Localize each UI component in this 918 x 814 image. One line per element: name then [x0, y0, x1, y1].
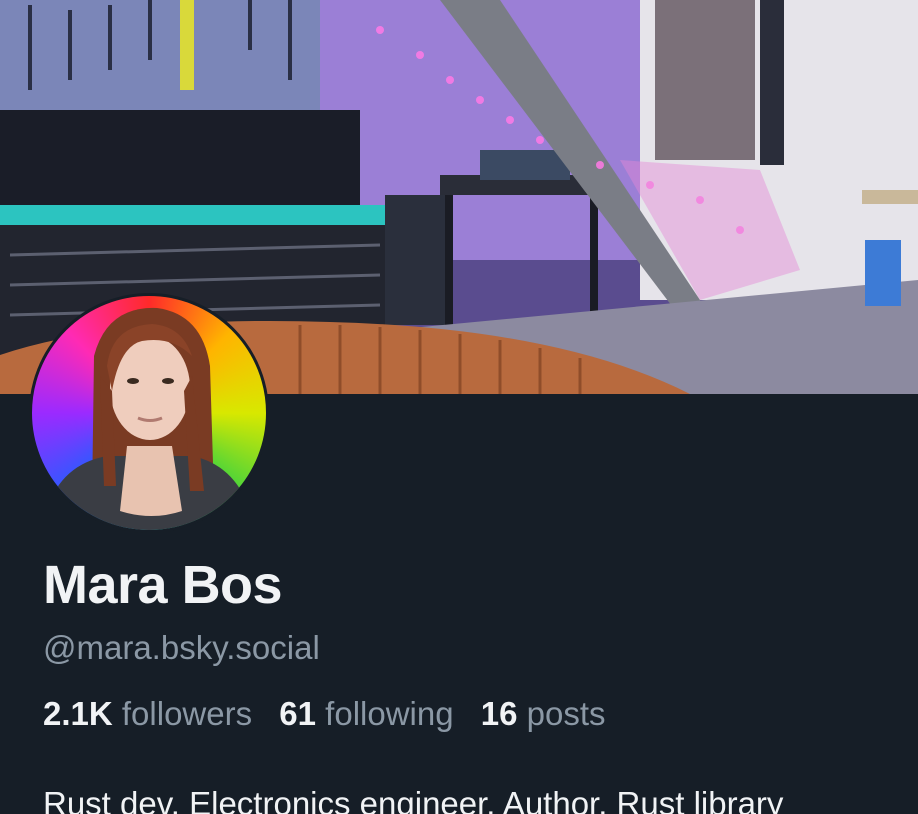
following-count: 61 [279, 695, 316, 732]
user-handle: @mara.bsky.social [43, 629, 320, 666]
followers-label: followers [121, 695, 253, 732]
following-stat[interactable]: 61 following [279, 692, 453, 736]
avatar[interactable] [29, 293, 269, 533]
posts-count: 16 [480, 695, 518, 732]
posts-label: posts [526, 695, 606, 732]
profile-header: Mara Bos @mara.bsky.social 2.1K follower… [43, 550, 918, 736]
profile-bio: Rust dev. Electronics engineer. Author. … [43, 785, 784, 814]
posts-stat: 16 posts [481, 692, 606, 736]
profile-page: Mara Bos @mara.bsky.social 2.1K follower… [0, 0, 918, 814]
profile-stats: 2.1K followers 61 following 16 posts [43, 692, 918, 736]
display-name: Mara Bos [43, 555, 283, 615]
following-label: following [325, 695, 454, 732]
followers-stat[interactable]: 2.1K followers [43, 692, 252, 736]
followers-count: 2.1K [43, 695, 113, 732]
avatar-photo [42, 307, 256, 530]
